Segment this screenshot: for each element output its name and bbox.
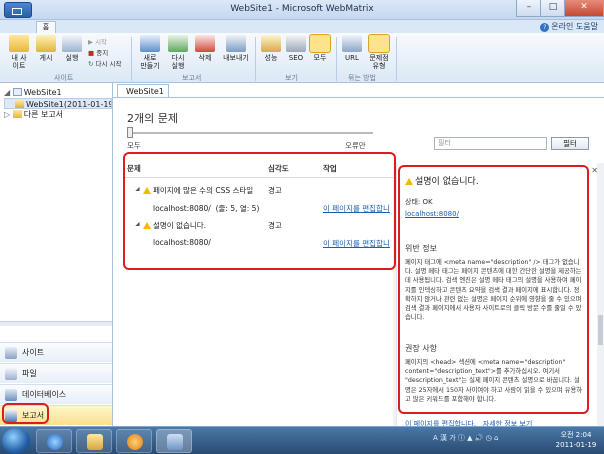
delete-icon — [195, 35, 215, 52]
tree-node-other-reports[interactable]: ▷ 다른 보고서 — [4, 109, 112, 120]
start-button[interactable] — [2, 428, 30, 454]
media-player-icon — [127, 434, 143, 450]
delete-report-button[interactable]: 삭제 — [193, 35, 217, 62]
maximize-button[interactable]: □ — [540, 0, 566, 17]
stop-site-button[interactable]: ■ 중지 — [88, 47, 108, 57]
left-pane-splitter[interactable] — [0, 321, 112, 326]
tab-divider — [113, 97, 604, 98]
report-icon — [15, 100, 24, 108]
title-bar: WebSite1 - Microsoft WebMatrix – □ ✕ — [0, 0, 604, 20]
window-title: WebSite1 - Microsoft WebMatrix — [230, 4, 374, 14]
files-icon — [5, 368, 17, 380]
detail-scrollbar[interactable] — [597, 163, 604, 426]
left-pane: ◢ WebSite1 WebSite1(2011-01-19 오 ▷ 다른 보고… — [0, 83, 113, 426]
rerun-icon — [168, 35, 188, 52]
publish-icon — [36, 35, 56, 52]
database-icon — [5, 389, 17, 401]
new-report-icon — [140, 35, 160, 52]
tree-node-report[interactable]: WebSite1(2011-01-19 오 — [4, 98, 112, 109]
url-icon — [342, 35, 362, 52]
taskbar-webmatrix[interactable] — [156, 429, 192, 453]
slider-thumb[interactable] — [127, 127, 133, 138]
new-report-button[interactable]: 새로 만들기 — [137, 35, 163, 70]
taskbar: A 漢 가 ⓘ ▲ 🔊 ◷ ⌂ 오전 2:04 2011-01-19 — [0, 426, 604, 454]
nav-files[interactable]: 파일 — [0, 363, 112, 383]
clock[interactable]: 오전 2:04 2011-01-19 — [554, 430, 598, 450]
nav-databases[interactable]: 데이터베이스 — [0, 384, 112, 404]
slider-label-errors: 오류만 — [345, 141, 366, 150]
highlight-issues-list — [123, 152, 396, 270]
run-button[interactable]: 실행 — [60, 35, 84, 62]
group-label-view: 보기 — [285, 74, 298, 82]
minimize-button[interactable]: – — [516, 0, 542, 17]
group-by-url-button[interactable]: URL — [341, 35, 363, 62]
ribbon-separator — [131, 37, 132, 81]
site-icon — [5, 347, 17, 359]
filter-input[interactable]: 필터 — [434, 137, 547, 150]
page-title: 2개의 문제 — [127, 112, 178, 125]
nav-site[interactable]: 사이트 — [0, 342, 112, 362]
ribbon-tab-strip: 홈 ? 온라인 도움말 — [0, 20, 604, 34]
publish-button[interactable]: 게시 — [34, 35, 58, 62]
webmatrix-icon — [167, 434, 183, 450]
rerun-report-button[interactable]: 다시 실행 — [165, 35, 191, 70]
internet-explorer-icon — [47, 434, 63, 450]
highlight-detail-pane — [398, 165, 589, 414]
folder-icon — [87, 434, 103, 450]
severity-slider[interactable] — [127, 127, 373, 138]
issue-type-icon — [368, 34, 390, 53]
group-label-group-by: 묶는 방법 — [348, 74, 376, 82]
performance-view-button[interactable]: 성능 — [259, 35, 283, 62]
taskbar-explorer[interactable] — [76, 429, 112, 453]
my-site-icon — [9, 35, 29, 52]
report-tree: ◢ WebSite1 WebSite1(2011-01-19 오 ▷ 다른 보고… — [4, 87, 112, 120]
site-folder-icon — [12, 88, 22, 96]
seo-icon — [286, 35, 306, 52]
detail-scroll-thumb[interactable] — [598, 315, 603, 345]
system-tray[interactable]: A 漢 가 ⓘ ▲ 🔊 ◷ ⌂ — [433, 433, 498, 443]
performance-icon — [261, 35, 281, 52]
ribbon-separator — [255, 37, 256, 81]
my-site-button[interactable]: 내 사 이트 — [6, 35, 32, 70]
ribbon-separator — [336, 37, 337, 81]
all-view-button[interactable]: 모두 — [309, 34, 331, 62]
group-label-reports: 보고서 — [182, 74, 202, 82]
online-help-link[interactable]: ? 온라인 도움말 — [540, 21, 598, 32]
group-label-site: 사이트 — [54, 74, 74, 82]
start-site-button[interactable]: ▶ 시작 — [88, 36, 107, 46]
tab-website1[interactable]: WebSite1 — [117, 84, 169, 98]
close-button[interactable]: ✕ — [564, 0, 604, 17]
restart-site-button[interactable]: ↻ 다시 시작 — [88, 58, 122, 68]
ribbon-separator — [396, 37, 397, 81]
highlight-reports-nav — [2, 403, 49, 424]
export-report-button[interactable]: 내보내기 — [219, 35, 253, 62]
folder-icon — [12, 110, 22, 118]
seo-view-button[interactable]: SEO — [285, 35, 307, 62]
ribbon: 내 사 이트 게시 실행 ▶ 시작 ■ 중지 ↻ 다시 시작 사이트 새로 만들기 … — [0, 33, 604, 83]
group-by-issue-type-button[interactable]: 문제점 유형 — [366, 34, 392, 70]
filter-button[interactable]: 필터 — [551, 137, 589, 150]
help-label: 온라인 도움말 — [551, 22, 598, 31]
export-icon — [226, 35, 246, 52]
run-icon — [62, 35, 82, 52]
tree-node-website1[interactable]: ◢ WebSite1 — [4, 87, 112, 98]
taskbar-media-player[interactable] — [116, 429, 152, 453]
all-icon — [309, 34, 331, 53]
help-icon: ? — [540, 23, 550, 32]
taskbar-ie[interactable] — [36, 429, 72, 453]
slider-label-all: 모두 — [127, 141, 141, 150]
